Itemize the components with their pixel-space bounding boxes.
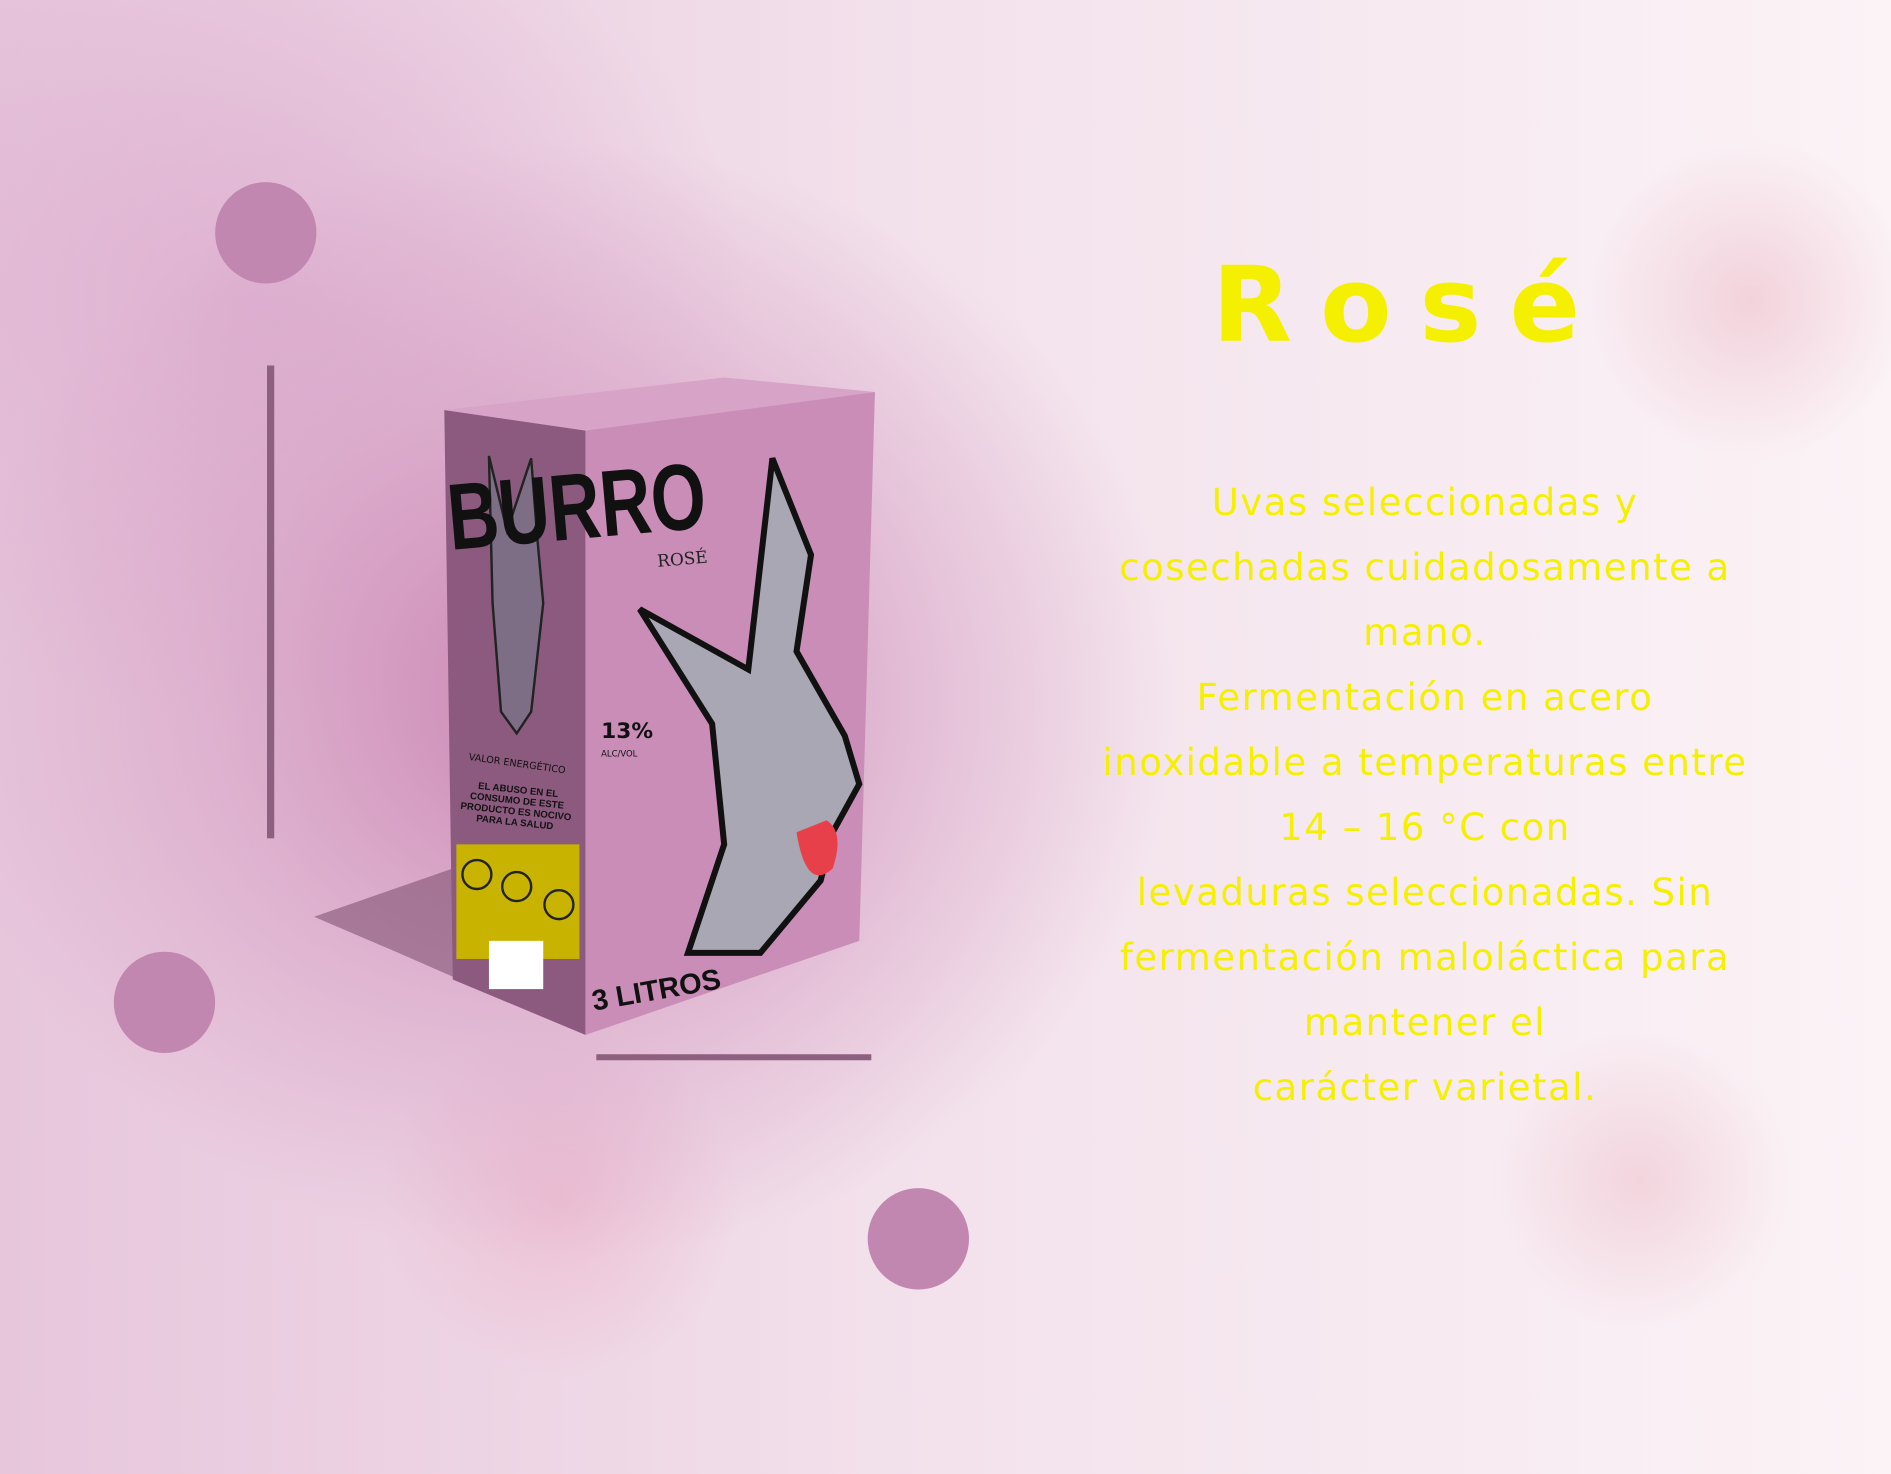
decor-circle bbox=[113, 951, 216, 1054]
abv-label: 13% bbox=[601, 719, 653, 744]
warning-text-box: EL ABUSO EN EL CONSUMO DE ESTE PRODUCTO … bbox=[459, 780, 572, 832]
page-title: Rosé bbox=[1212, 244, 1608, 366]
product-description: Uvas seleccionadas y cosechadas cuidados… bbox=[1102, 481, 1748, 1109]
wine-box: VALOR ENERGÉTICO EL ABUSO EN EL CONSUMO … bbox=[443, 377, 875, 1035]
decor-line-vertical bbox=[267, 365, 275, 839]
warning-text: EL ABUSO EN EL CONSUMO DE ESTE PRODUCTO … bbox=[459, 780, 572, 832]
abv-unit: ALC/VOL bbox=[601, 748, 637, 758]
decor-circle bbox=[867, 1188, 970, 1290]
decor-line-horizontal bbox=[596, 1054, 872, 1061]
barcode bbox=[488, 940, 544, 990]
decor-circle bbox=[215, 182, 317, 284]
